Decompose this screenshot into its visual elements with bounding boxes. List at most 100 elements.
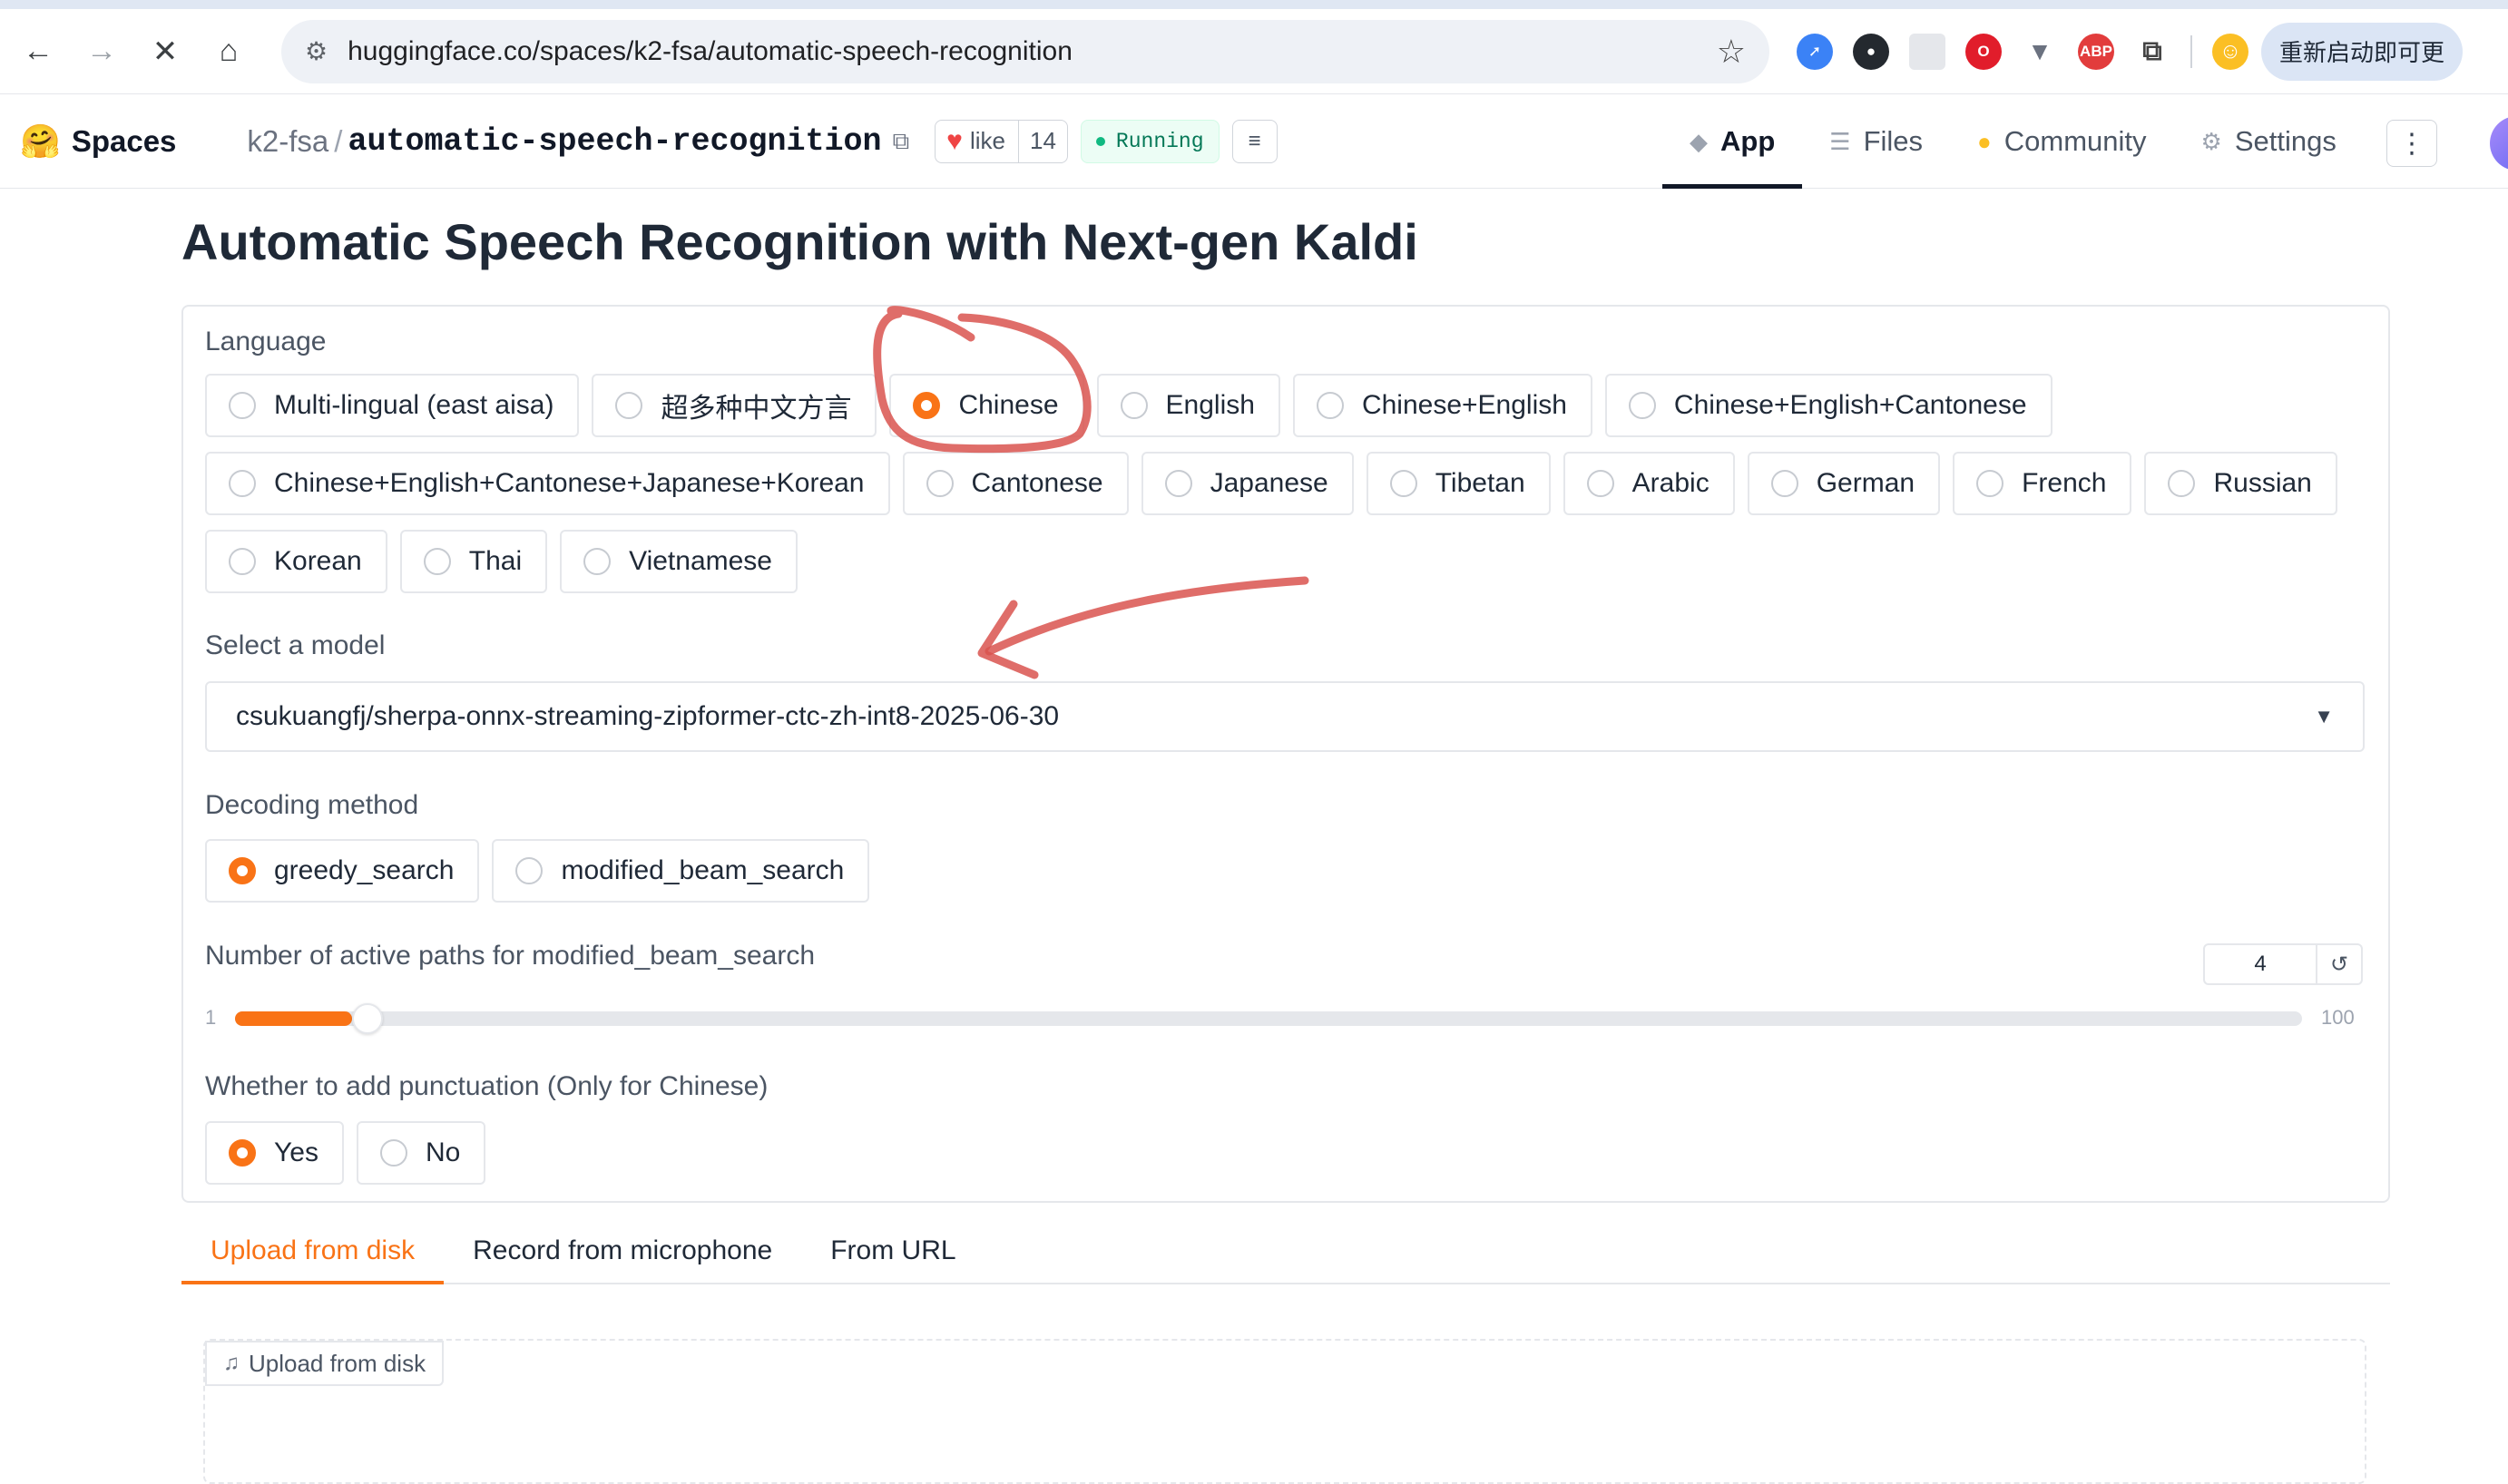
input-source-tabs: Upload from disk Record from microphone …	[181, 1219, 2390, 1284]
community-icon: ●	[1977, 127, 1992, 155]
tab-settings[interactable]: ⚙ Settings	[2174, 94, 2364, 189]
spaces-link[interactable]: Spaces	[72, 124, 177, 159]
browser-toolbar: ← → ✕ ⌂ ⚙ huggingface.co/spaces/k2-fsa/a…	[0, 9, 2508, 94]
home-icon[interactable]: ⌂	[203, 26, 254, 77]
language-option[interactable]: Multi-lingual (east aisa)	[205, 374, 580, 437]
language-option-selected[interactable]: Chinese	[889, 374, 1084, 437]
radio-circle	[515, 857, 544, 884]
extensions-puzzle-icon[interactable]: ⧉	[2134, 33, 2170, 70]
logs-icon[interactable]: ≡	[1231, 119, 1278, 163]
reset-icon[interactable]: ↺	[2316, 945, 2361, 983]
slider-thumb[interactable]	[352, 1003, 384, 1034]
language-option[interactable]: Chinese+English	[1292, 374, 1592, 437]
language-option[interactable]: Cantonese	[902, 452, 1129, 515]
language-option[interactable]: Japanese	[1141, 452, 1354, 515]
punctuation-label: Whether to add punctuation (Only for Chi…	[205, 1071, 769, 1101]
extension-opera-icon[interactable]: O	[1965, 33, 2002, 70]
model-select[interactable]: csukuangfj/sherpa-onnx-streaming-zipform…	[205, 681, 2365, 752]
path-separator: /	[334, 123, 343, 158]
option-label: Chinese+English	[1361, 390, 1567, 420]
paths-value: 4	[2254, 952, 2267, 976]
radio-circle	[1120, 392, 1148, 419]
language-option[interactable]: Thai	[399, 530, 548, 593]
more-options-icon[interactable]: ⋮	[2386, 120, 2437, 167]
profile-emoji-icon[interactable]: ☺	[2212, 33, 2248, 70]
like-count: 14	[1017, 120, 1067, 162]
gear-icon: ⚙	[2200, 127, 2222, 155]
radio-circle	[1164, 470, 1192, 497]
copy-icon[interactable]: ⧉	[893, 127, 910, 156]
language-option[interactable]: Arabic	[1563, 452, 1735, 515]
option-label: Japanese	[1210, 468, 1328, 498]
option-label: Arabic	[1631, 468, 1710, 498]
tab-from-url[interactable]: From URL	[801, 1219, 985, 1283]
page-title: Automatic Speech Recognition with Next-g…	[181, 213, 1418, 270]
tab-app[interactable]: ◆ App	[1662, 94, 1803, 189]
punctuation-yes-option[interactable]: Yes	[205, 1121, 344, 1185]
forward-arrow-icon[interactable]: →	[76, 26, 127, 77]
model-label: Select a model	[205, 630, 386, 660]
app-cube-icon: ◆	[1690, 127, 1708, 155]
radio-circle	[379, 1139, 407, 1167]
radio-circle	[229, 470, 256, 497]
tab-upload-from-disk[interactable]: Upload from disk	[181, 1219, 445, 1284]
language-option[interactable]: Tibetan	[1366, 452, 1551, 515]
heart-icon: ♥	[946, 125, 963, 156]
language-option[interactable]: Chinese+English+Cantonese+Japanese+Korea…	[205, 452, 890, 515]
bookmark-star-icon[interactable]: ☆	[1717, 33, 1746, 71]
language-option[interactable]: 超多种中文方言	[592, 374, 877, 437]
language-option[interactable]: German	[1747, 452, 1941, 515]
extension-vue-icon[interactable]: ▼	[2022, 33, 2058, 70]
option-label: 超多种中文方言	[661, 394, 852, 424]
radio-circle	[2168, 470, 2196, 497]
github-icon[interactable]: ●	[1853, 33, 1889, 70]
decoding-option[interactable]: modified_beam_search	[492, 839, 870, 903]
language-option[interactable]: Korean	[205, 530, 387, 593]
hugging-face-logo-icon[interactable]: 🤗	[20, 122, 61, 161]
slider-max-label: 100	[2321, 1006, 2355, 1029]
option-label: German	[1816, 468, 1915, 498]
address-bar[interactable]: ⚙ huggingface.co/spaces/k2-fsa/automatic…	[281, 19, 1769, 83]
back-arrow-icon[interactable]: ←	[13, 26, 64, 77]
chevron-down-icon: ▼	[2314, 705, 2334, 727]
upload-dropzone[interactable]: ♫ Upload from disk	[203, 1339, 2366, 1484]
language-option[interactable]: French	[1953, 452, 2132, 515]
option-label: Yes	[274, 1137, 318, 1167]
like-button[interactable]: ♥ like 14	[935, 119, 1068, 163]
toolbar-divider	[2190, 34, 2192, 68]
paths-slider[interactable]	[235, 1003, 2302, 1034]
language-option[interactable]: Vietnamese	[560, 530, 798, 593]
music-note-icon: ♫	[223, 1351, 240, 1375]
settings-panel	[181, 305, 2390, 1203]
paths-number-input[interactable]: 4 ↺	[2203, 943, 2363, 985]
radio-circle	[1586, 470, 1614, 497]
restart-browser-button[interactable]: 重新启动即可更	[2261, 22, 2464, 81]
adblock-icon[interactable]: ABP	[2078, 33, 2114, 70]
option-label: Cantonese	[971, 468, 1103, 498]
punctuation-no-option[interactable]: No	[356, 1121, 486, 1185]
option-label: No	[425, 1137, 461, 1167]
repo-name[interactable]: automatic-speech-recognition	[348, 123, 881, 160]
site-settings-icon[interactable]: ⚙	[305, 36, 328, 66]
tab-community[interactable]: ● Community	[1950, 94, 2173, 189]
radio-circle-checked	[229, 1139, 256, 1167]
extension-compass-icon[interactable]: ➚	[1797, 33, 1833, 70]
decoding-option-selected[interactable]: greedy_search	[205, 839, 480, 903]
option-label: Russian	[2213, 468, 2312, 498]
owner-link[interactable]: k2-fsa	[247, 124, 328, 159]
stop-loading-icon[interactable]: ✕	[140, 26, 191, 77]
language-row-3: Korean Thai Vietnamese	[205, 530, 798, 593]
language-option[interactable]: Chinese+English+Cantonese	[1604, 374, 2052, 437]
slider-fill	[235, 1011, 353, 1026]
language-row-1: Multi-lingual (east aisa) 超多种中文方言 Chines…	[205, 374, 2052, 437]
avatar[interactable]	[2490, 116, 2508, 171]
radio-circle	[1628, 392, 1656, 419]
tab-files[interactable]: ☰ Files	[1802, 94, 1950, 189]
radio-circle	[1389, 470, 1417, 497]
punctuation-row: Yes No	[205, 1121, 486, 1185]
language-option[interactable]: Russian	[2144, 452, 2337, 515]
tab-record-from-microphone[interactable]: Record from microphone	[444, 1219, 801, 1283]
extension-grid-icon[interactable]	[1909, 33, 1945, 70]
radio-circle	[1770, 470, 1798, 497]
language-option[interactable]: English	[1096, 374, 1280, 437]
